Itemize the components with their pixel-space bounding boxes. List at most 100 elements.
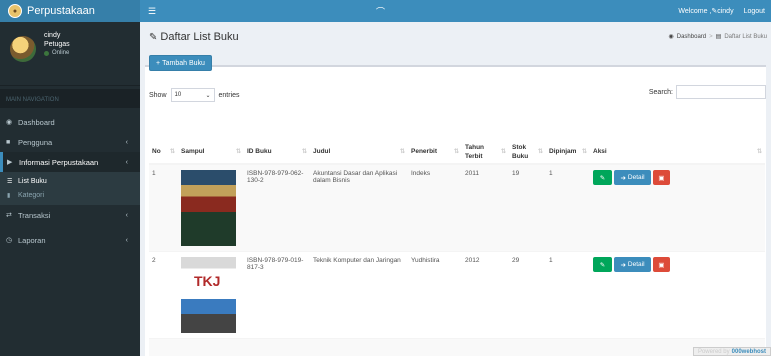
sidebar-item-label: Laporan (18, 235, 46, 245)
length-control: Show 10 ⌄ entries (149, 88, 240, 102)
edit-button[interactable]: ✎ (593, 257, 612, 272)
search-control: Search: (649, 85, 766, 99)
table-row: 2 TKJ ISBN-978-979-019-817-3 Teknik Komp… (149, 251, 765, 339)
delete-button[interactable]: ▣ (653, 170, 670, 185)
table-row (149, 338, 765, 356)
search-input[interactable] (676, 85, 766, 99)
cell-judul: Teknik Komputer dan Jaringan (310, 251, 408, 339)
book-icon: ▮ (7, 192, 11, 199)
submenu-informasi: ☰ List Buku ▮ Kategori (0, 172, 140, 205)
col-stok-buku[interactable]: Stok Buku ⇅ (509, 140, 546, 165)
content-header: ✎ Daftar List Buku ◉ Dashboard > ▤ Dafta… (140, 22, 771, 52)
chevron-left-icon: ‹ (125, 236, 128, 244)
menu-toggle-icon[interactable]: ☰ (148, 6, 156, 17)
page-title: ✎ Daftar List Buku (149, 31, 239, 43)
add-book-button[interactable]: + Tambah Buku (149, 55, 212, 71)
edit-icon: ✎ (149, 31, 158, 43)
cell-no: 2 (149, 251, 178, 339)
entries-select[interactable]: 10 ⌄ (170, 88, 215, 102)
logout-link[interactable]: Logout (744, 8, 765, 15)
app-logo[interactable]: ● Perpustakaan (0, 0, 140, 22)
col-no[interactable]: No ⇅ (149, 140, 178, 165)
header-center-glyph: ⌒ (376, 7, 386, 17)
sort-icon: ⇅ (581, 149, 587, 155)
edit-button[interactable]: ✎ (593, 170, 612, 185)
cell-tahun: 2011 (462, 163, 509, 252)
sidebar-item-label: Pengguna (18, 137, 53, 147)
welcome-user: cindy (717, 8, 734, 15)
sort-icon: ⇅ (235, 149, 241, 155)
sidebar-item-label: Informasi Perpustakaan (19, 157, 99, 167)
chevron-down-icon: ⌄ (205, 92, 211, 99)
cell-id-buku: ISBN-978-979-019-817-3 (244, 251, 310, 339)
dashboard-icon: ◉ (668, 34, 674, 40)
sidebar: cindy Petugas Online MAIN NAVIGATION ◉ D… (0, 22, 140, 356)
edit-icon: ✎ (599, 174, 606, 182)
book-open-icon: ▶ (7, 159, 13, 166)
sidebar-item-pengguna[interactable]: ■ Pengguna ‹ (0, 132, 140, 152)
sidebar-item-transaksi[interactable]: ⇄ Transaksi ‹ (0, 205, 140, 225)
cell-sampul (178, 163, 244, 252)
cell-id-buku: ISBN-978-979-062-130-2 (244, 163, 310, 252)
cell-no: 1 (149, 163, 178, 252)
col-dipinjam[interactable]: Dipinjam ⇅ (546, 140, 590, 165)
user-panel: cindy Petugas Online (0, 22, 140, 86)
sort-icon: ⇅ (500, 149, 506, 155)
delete-button[interactable]: ▣ (653, 257, 670, 272)
app-title: Perpustakaan (27, 5, 95, 17)
sign-in-icon: ➜ (620, 261, 626, 269)
sidebar-item-laporan[interactable]: ◷ Laporan ‹ (0, 230, 140, 250)
cell-judul: Akuntansi Dasar dan Aplikasi dalam Bisni… (310, 163, 408, 252)
book-cover-image (181, 170, 236, 246)
book-table: No ⇅ Sampul ⇅ ID Buku ⇅ Judul ⇅ Penerbit ⇅ Ta… (149, 140, 765, 356)
exchange-icon: ⇄ (6, 212, 12, 219)
sidebar-item-dashboard[interactable]: ◉ Dashboard (0, 112, 140, 132)
detail-button[interactable]: ➜ Detail (614, 257, 651, 272)
cell-dipinjam: 1 (546, 163, 590, 252)
book-cover-image: TKJ (181, 257, 236, 333)
col-aksi[interactable]: Aksi ⇅ (590, 140, 765, 165)
cell-aksi: ✎ ➜ Detail ▣ (590, 163, 765, 252)
user-name: cindy (44, 32, 61, 39)
avatar (10, 36, 36, 62)
col-tahun-terbit[interactable]: Tahun Terbit ⇅ (462, 140, 509, 165)
trash-icon: ▣ (658, 174, 665, 182)
sidebar-item-label: Dashboard (18, 117, 55, 127)
chevron-left-icon: ‹ (125, 158, 128, 166)
breadcrumb-current: Daftar List Buku (724, 33, 767, 40)
chevron-left-icon: ‹ (125, 138, 128, 146)
col-penerbit[interactable]: Penerbit ⇅ (408, 140, 462, 165)
cell-stok: 29 (509, 251, 546, 339)
cell-stok: 19 (509, 163, 546, 252)
sidebar-item-informasi[interactable]: ▶ Informasi Perpustakaan ‹ (0, 152, 140, 172)
table-row: 1 ISBN-978-979-062-130-2 Akuntansi Dasar… (149, 163, 765, 252)
cell-aksi: ✎ ➜ Detail ▣ (590, 251, 765, 339)
nav-header: MAIN NAVIGATION (0, 89, 140, 108)
sidebar-subitem-list-buku[interactable]: ☰ List Buku (0, 174, 140, 188)
col-id-buku[interactable]: ID Buku ⇅ (244, 140, 310, 165)
sort-icon: ⇅ (756, 149, 762, 155)
col-judul[interactable]: Judul ⇅ (310, 140, 408, 165)
powered-by-badge[interactable]: Powered by 000webhost (692, 347, 771, 356)
breadcrumb-separator: > (709, 33, 713, 40)
cell-tahun: 2012 (462, 251, 509, 339)
user-status: Online (44, 50, 70, 56)
cell-dipinjam: 1 (546, 251, 590, 339)
col-sampul[interactable]: Sampul ⇅ (178, 140, 244, 165)
breadcrumb: ◉ Dashboard > ▤ Daftar List Buku (668, 33, 767, 41)
sign-in-icon: ➜ (620, 174, 626, 182)
welcome-text: Welcome ,✎cindy (678, 8, 734, 15)
main-content: ✎ Daftar List Buku ◉ Dashboard > ▤ Dafta… (140, 22, 771, 356)
plus-icon: + (156, 59, 161, 67)
sort-icon: ⇅ (399, 149, 405, 155)
sort-icon: ⇅ (301, 149, 307, 155)
sidebar-subitem-kategori[interactable]: ▮ Kategori (0, 188, 140, 202)
detail-button[interactable]: ➜ Detail (614, 170, 651, 185)
trash-icon: ▣ (658, 261, 665, 269)
sort-icon: ⇅ (453, 149, 459, 155)
chevron-left-icon: ‹ (125, 211, 128, 219)
list-icon: ☰ (7, 178, 13, 185)
breadcrumb-home[interactable]: Dashboard (677, 34, 706, 40)
user-icon: ■ (6, 138, 11, 146)
sort-icon: ⇅ (537, 149, 543, 155)
